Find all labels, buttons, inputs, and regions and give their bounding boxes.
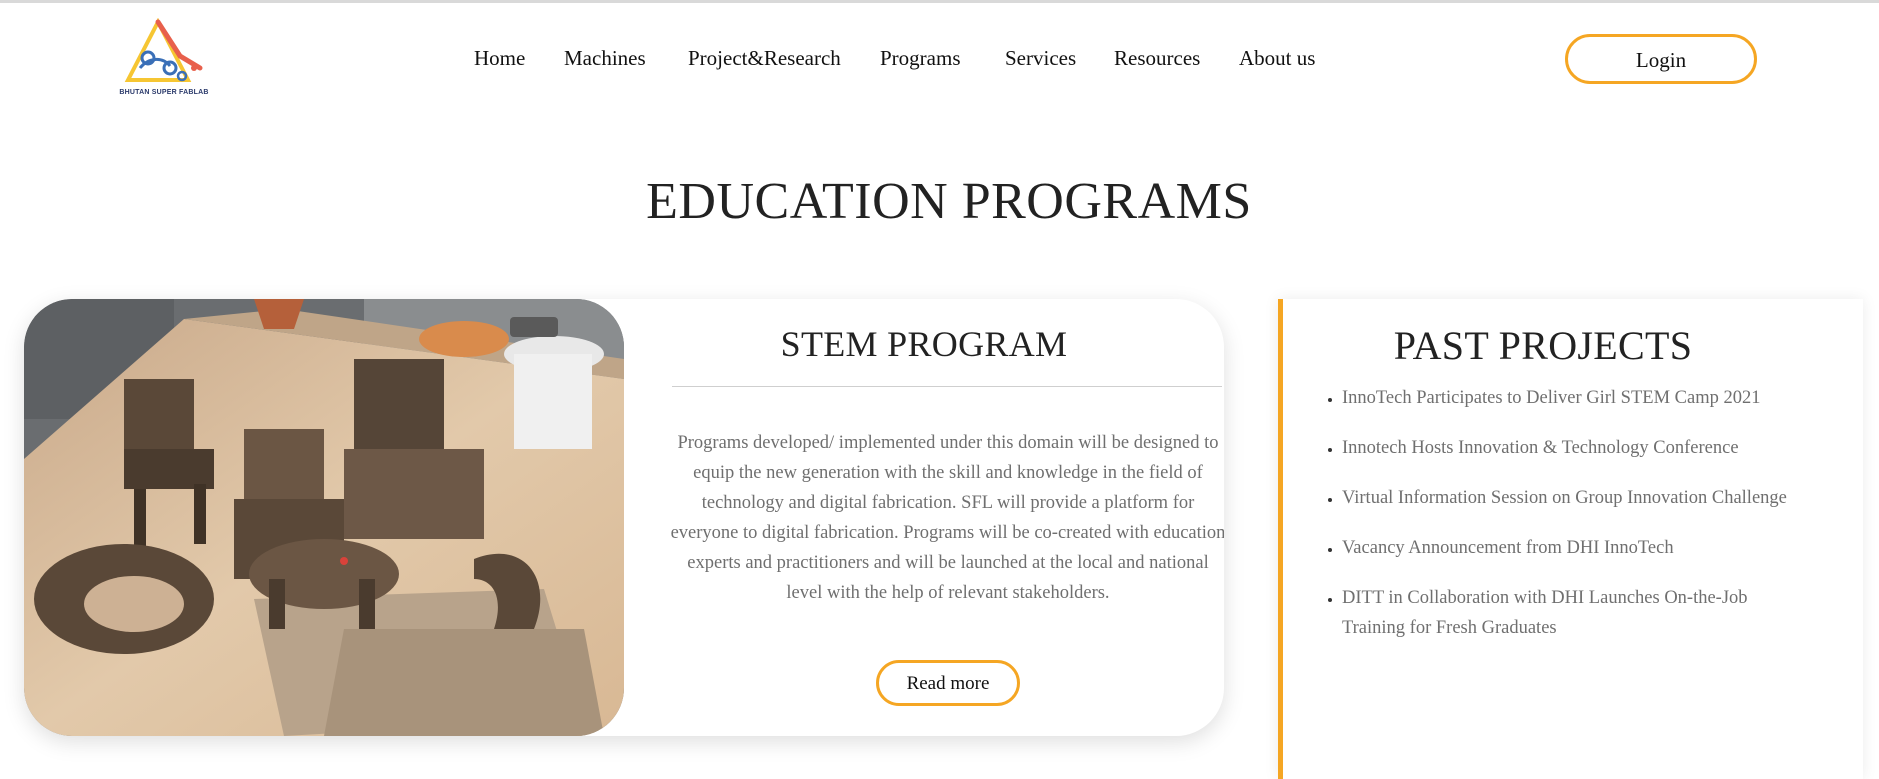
page-title: EDUCATION PROGRAMS	[646, 173, 1252, 230]
nav-about-us[interactable]: About us	[1239, 46, 1315, 71]
logo-text: BHUTAN SUPER FABLAB	[119, 89, 209, 96]
past-project-item[interactable]: Virtual Information Session on Group Inn…	[1342, 483, 1802, 513]
cardboard-models-photo	[24, 299, 624, 736]
nav-resources[interactable]: Resources	[1114, 46, 1200, 71]
stem-program-photo	[24, 299, 624, 736]
fablab-logo-icon	[124, 17, 203, 82]
past-project-item[interactable]: Vacancy Announcement from DHI InnoTech	[1342, 533, 1802, 563]
nav-services[interactable]: Services	[1005, 46, 1076, 71]
stem-program-card: STEM PROGRAM Programs developed/ impleme…	[24, 299, 1224, 736]
nav-project-research[interactable]: Project&Research	[688, 46, 841, 71]
nav-programs[interactable]: Programs	[880, 46, 961, 71]
past-projects-panel: PAST PROJECTS InnoTech Participates to D…	[1278, 299, 1863, 779]
divider	[672, 386, 1222, 387]
past-projects-title: PAST PROJECTS	[1393, 323, 1693, 368]
past-project-item[interactable]: DITT in Collaboration with DHI Launches …	[1342, 583, 1802, 643]
past-projects-list: InnoTech Participates to Deliver Girl ST…	[1318, 383, 1802, 663]
past-project-item[interactable]: Innotech Hosts Innovation & Technology C…	[1342, 433, 1802, 463]
stem-program-title: STEM PROGRAM	[780, 324, 1068, 364]
nav-machines[interactable]: Machines	[564, 46, 646, 71]
read-more-button[interactable]: Read more	[876, 660, 1020, 706]
nav-home[interactable]: Home	[474, 46, 525, 71]
window-top-border	[0, 0, 1879, 3]
stem-program-content: STEM PROGRAM Programs developed/ impleme…	[648, 299, 1224, 736]
past-project-item[interactable]: InnoTech Participates to Deliver Girl ST…	[1342, 383, 1802, 413]
stem-program-description: Programs developed/ implemented under th…	[670, 432, 1224, 603]
login-button[interactable]: Login	[1565, 34, 1757, 84]
bhutan-super-fablab-logo[interactable]: BHUTAN SUPER FABLAB	[118, 17, 210, 102]
